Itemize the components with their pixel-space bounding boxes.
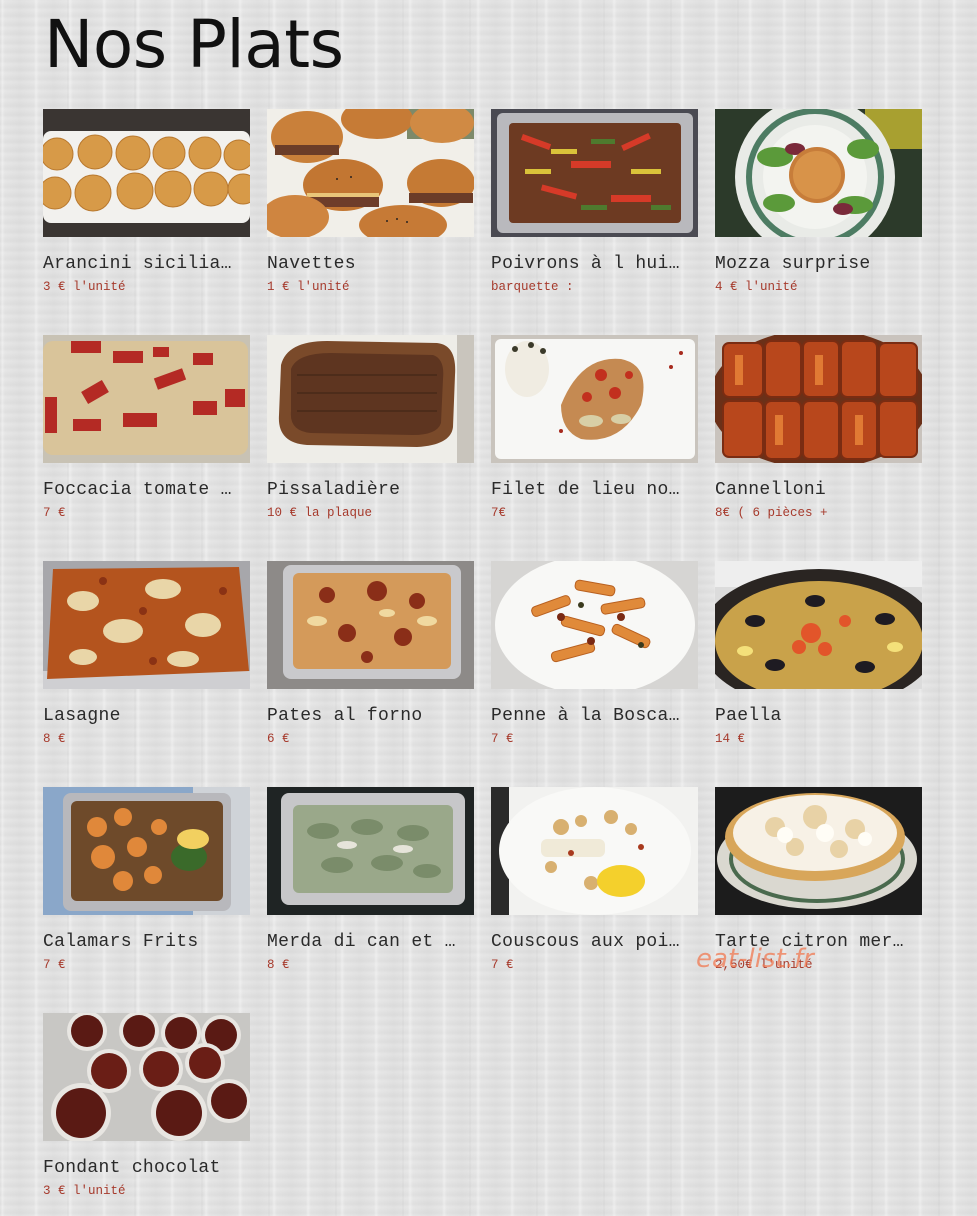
- dish-name[interactable]: Calamars Frits: [43, 931, 250, 953]
- dish-name[interactable]: Merda di can et …: [267, 931, 474, 953]
- dish-card-navettes[interactable]: Navettes 1 € l'unité: [267, 109, 474, 295]
- dish-price: 7 €: [43, 958, 66, 972]
- mini-burger-buns-photo[interactable]: [267, 109, 474, 237]
- dish-price: 8 €: [267, 958, 290, 972]
- lasagne-tray-photo[interactable]: [43, 561, 250, 689]
- page-title: Nos Plats: [44, 6, 344, 83]
- baked-pasta-tray-photo[interactable]: [267, 561, 474, 689]
- dish-card-arancini[interactable]: Arancini sicilia… 3 € l'unité: [43, 109, 250, 295]
- dish-name[interactable]: Couscous aux poi…: [491, 931, 698, 953]
- dish-price: 6 €: [267, 732, 290, 746]
- dish-card-fondant[interactable]: Fondant chocolat 3 € l'unité: [43, 1013, 250, 1199]
- penne-plate-photo[interactable]: [491, 561, 698, 689]
- dish-name[interactable]: Foccacia tomate …: [43, 479, 250, 501]
- fried-calamari-tray-photo[interactable]: [43, 787, 250, 915]
- dish-price: 3 € l'unité: [43, 280, 126, 294]
- dish-name[interactable]: Tarte citron mer…: [715, 931, 922, 953]
- dish-price: 10 € la plaque: [267, 506, 373, 520]
- paella-pan-photo[interactable]: [715, 561, 922, 689]
- dish-name[interactable]: Paella: [715, 705, 922, 727]
- dish-price: 8 €: [43, 732, 66, 746]
- dish-name[interactable]: Mozza surprise: [715, 253, 922, 275]
- dish-card-pissaladiere[interactable]: Pissaladière 10 € la plaque: [267, 335, 474, 521]
- dish-card-lasagne[interactable]: Lasagne 8 €: [43, 561, 250, 747]
- dish-card-foccacia[interactable]: Foccacia tomate … 7 €: [43, 335, 250, 521]
- dish-card-couscous[interactable]: Couscous aux poi… 7 €: [491, 787, 698, 973]
- dish-card-calamars[interactable]: Calamars Frits 7 €: [43, 787, 250, 973]
- dish-price: 2,50€ l'unité: [715, 958, 813, 972]
- dish-name[interactable]: Fondant chocolat: [43, 1157, 250, 1179]
- dish-card-merda[interactable]: Merda di can et … 8 €: [267, 787, 474, 973]
- dish-card-tarte-citron[interactable]: Tarte citron mer… 2,50€ l'unité: [715, 787, 922, 973]
- arancini-rice-balls-photo[interactable]: [43, 109, 250, 237]
- dish-card-mozza[interactable]: Mozza surprise 4 € l'unité: [715, 109, 922, 295]
- dish-name[interactable]: Pissaladière: [267, 479, 474, 501]
- dish-name[interactable]: Cannelloni: [715, 479, 922, 501]
- dish-price: 8€ ( 6 pièces +: [715, 506, 828, 520]
- dish-price: 4 € l'unité: [715, 280, 798, 294]
- dish-price: 14 €: [715, 732, 746, 746]
- fish-couscous-plate-photo[interactable]: [491, 787, 698, 915]
- dish-card-filet[interactable]: Filet de lieu no… 7€: [491, 335, 698, 521]
- focaccia-tomato-photo[interactable]: [43, 335, 250, 463]
- breaded-mozzarella-salad-photo[interactable]: [715, 109, 922, 237]
- pissaladiere-photo[interactable]: [267, 335, 474, 463]
- cannelloni-dish-photo[interactable]: [715, 335, 922, 463]
- dish-name[interactable]: Penne à la Bosca…: [491, 705, 698, 727]
- dish-card-pates-forno[interactable]: Pates al forno 6 €: [267, 561, 474, 747]
- dish-name[interactable]: Arancini sicilia…: [43, 253, 250, 275]
- lemon-meringue-tart-photo[interactable]: [715, 787, 922, 915]
- dish-name[interactable]: Pates al forno: [267, 705, 474, 727]
- dish-price: 1 € l'unité: [267, 280, 350, 294]
- dish-price: 7€: [491, 506, 507, 520]
- fish-filet-rice-photo[interactable]: [491, 335, 698, 463]
- chocolate-fondant-ramekins-photo[interactable]: [43, 1013, 250, 1141]
- dish-name[interactable]: Filet de lieu no…: [491, 479, 698, 501]
- dish-card-penne[interactable]: Penne à la Bosca… 7 €: [491, 561, 698, 747]
- dish-price: 7 €: [43, 506, 66, 520]
- peppers-in-oil-tray-photo[interactable]: [491, 109, 698, 237]
- dish-card-cannelloni[interactable]: Cannelloni 8€ ( 6 pièces +: [715, 335, 922, 521]
- dish-name[interactable]: Lasagne: [43, 705, 250, 727]
- dish-price: 3 € l'unité: [43, 1184, 126, 1198]
- dish-name[interactable]: Navettes: [267, 253, 474, 275]
- dish-price: 7 €: [491, 732, 514, 746]
- green-gnocchi-tray-photo[interactable]: [267, 787, 474, 915]
- dish-card-paella[interactable]: Paella 14 €: [715, 561, 922, 747]
- dish-price: barquette :: [491, 280, 574, 294]
- dish-card-poivrons[interactable]: Poivrons à l hui… barquette :: [491, 109, 698, 295]
- dish-price: 7 €: [491, 958, 514, 972]
- dish-name[interactable]: Poivrons à l hui…: [491, 253, 698, 275]
